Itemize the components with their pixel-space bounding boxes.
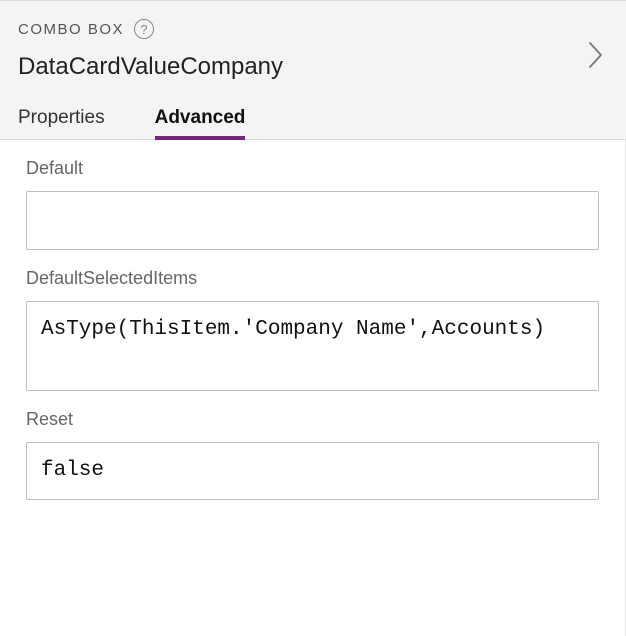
property-reset: Reset false	[26, 409, 599, 501]
control-name: DataCardValueCompany	[18, 53, 608, 81]
property-input-reset[interactable]: false	[26, 442, 599, 501]
property-defaultselecteditems: DefaultSelectedItems AsType(ThisItem.'Co…	[26, 268, 599, 391]
panel-header: COMBO BOX ? DataCardValueCompany Propert…	[0, 0, 626, 140]
property-label: Default	[26, 158, 599, 179]
property-input-default[interactable]	[26, 191, 599, 250]
properties-panel: COMBO BOX ? DataCardValueCompany Propert…	[0, 0, 626, 636]
tab-properties[interactable]: Properties	[18, 107, 105, 139]
property-default: Default	[26, 158, 599, 250]
property-label: Reset	[26, 409, 599, 430]
control-type-row: COMBO BOX ?	[18, 19, 608, 39]
tabs-row: Properties Advanced	[18, 107, 608, 139]
chevron-right-icon[interactable]	[588, 41, 604, 69]
property-label: DefaultSelectedItems	[26, 268, 599, 289]
control-type-label: COMBO BOX	[18, 21, 124, 38]
properties-body: Default DefaultSelectedItems AsType(This…	[0, 140, 626, 636]
help-icon[interactable]: ?	[134, 19, 154, 39]
tab-advanced[interactable]: Advanced	[155, 107, 246, 139]
property-input-defaultselecteditems[interactable]: AsType(ThisItem.'Company Name',Accounts)	[26, 301, 599, 391]
